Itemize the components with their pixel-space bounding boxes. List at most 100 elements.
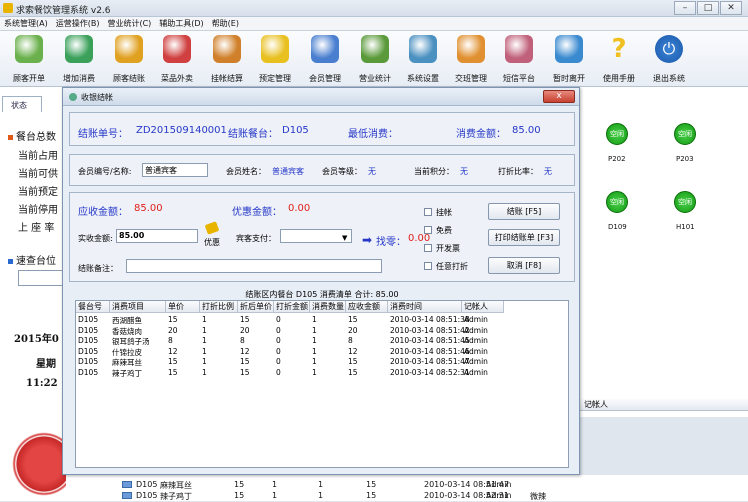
note-label: 结账备注：	[78, 264, 118, 273]
grid-cell: 1	[312, 357, 317, 366]
menu-operations[interactable]: 运营操作(B)	[52, 17, 104, 29]
open-order-icon	[15, 35, 43, 63]
toolbar-button-8[interactable]: 系统设置	[402, 33, 444, 85]
grid-cell: 15	[366, 480, 377, 489]
dialog-title: 收银结帐	[81, 93, 113, 102]
toolbar-label: 预定管理	[259, 74, 291, 83]
table-h101-label: H101	[676, 223, 695, 231]
toolbar-label: 退出系统	[653, 74, 685, 83]
toolbar-button-0[interactable]: 顾客开单	[8, 33, 50, 85]
takeout-icon	[163, 35, 191, 63]
toolbar-label: 交班管理	[455, 74, 487, 83]
coupon-button[interactable]: 优惠	[204, 237, 220, 248]
toolbar-label: 营业统计	[359, 74, 391, 83]
table-row[interactable]: D105 香菇烧肉 20 1 20 0 1 20 2010-03-14 08:51:42 Admi…	[76, 326, 568, 336]
grid-column-header[interactable]: 餐台号	[76, 301, 110, 313]
toolbar-button-3[interactable]: 菜品外卖	[156, 33, 198, 85]
toolbar-button-7[interactable]: 营业统计	[354, 33, 396, 85]
print-receipt-button[interactable]: 打印结账单 [F3]	[488, 229, 560, 246]
grid-cell: 辣子鸡丁	[160, 492, 192, 501]
menu-system[interactable]: 系统管理(A)	[0, 17, 52, 29]
grid-cell: 0	[276, 346, 281, 356]
grid-cell: 1	[202, 346, 207, 356]
maximize-button[interactable]: □	[697, 1, 719, 15]
chevron-down-icon: ▼	[342, 234, 348, 242]
grid-column-header[interactable]: 应收金额	[346, 301, 388, 313]
quick-search-input[interactable]	[18, 270, 64, 286]
toolbar-button-11[interactable]: 暂时离开	[548, 33, 590, 85]
table-row[interactable]: D105 辣子鸡丁 15 1 15 0 1 15 2010-03-14 08:52:31 Admi…	[76, 368, 568, 378]
help-manual-icon: ?	[611, 34, 627, 64]
app-logo-icon	[3, 3, 13, 13]
tab-status[interactable]: 状态	[2, 96, 42, 112]
grid-cell: 0	[276, 315, 281, 324]
table-h101[interactable]: 空闲	[674, 191, 696, 213]
grid-cell: 1	[312, 325, 317, 335]
table-p203[interactable]: 空闲	[674, 123, 696, 145]
grid-cell: 麻辣耳丝	[160, 481, 192, 490]
invoice-checkbox[interactable]: 开发票	[424, 243, 460, 254]
grid-column-header[interactable]: 消费数量	[310, 301, 346, 313]
toolbar-button-1[interactable]: 增加消费	[58, 33, 100, 85]
cancel-button[interactable]: 取消 [F8]	[488, 257, 560, 274]
toolbar: 顾客开单 增加消费 顾客结账 菜品外卖 挂帐结算 预定管理 会员管理 营业统计 系统设置 交班管理…	[0, 31, 748, 87]
toolbar-button-13[interactable]: ⏻ 退出系统	[648, 33, 690, 85]
free-checkbox[interactable]: 免费	[424, 225, 452, 236]
status-occupancy-rate: 上 座 率	[18, 223, 55, 234]
toolbar-button-2[interactable]: 顾客结账	[108, 33, 150, 85]
grid-column-header[interactable]: 折后单价	[238, 301, 274, 313]
member-level-value: 无	[368, 167, 376, 176]
paid-input[interactable]: 85.00	[116, 229, 198, 243]
shift-handover-icon	[457, 35, 485, 63]
toolbar-button-9[interactable]: 交班管理	[450, 33, 492, 85]
grid-cell: 2010-03-14 08:51:47	[390, 357, 470, 366]
away-person-icon	[555, 35, 583, 63]
grid-column-header[interactable]: 记帐人	[462, 301, 504, 313]
settle-button[interactable]: 结账 [F5]	[488, 203, 560, 220]
table-d109[interactable]: 空闲	[606, 191, 628, 213]
toolbar-button-6[interactable]: 会员管理	[304, 33, 346, 85]
power-exit-icon: ⏻	[655, 35, 683, 63]
window-titlebar: 求索餐饮管理系统 v2.6 – □ ✕	[0, 0, 748, 17]
table-row[interactable]: D105 银耳鸽子汤 8 1 8 0 1 8 2010-03-14 08:51:45 Admin	[76, 336, 568, 346]
toolbar-button-10[interactable]: 短信平台	[498, 33, 540, 85]
grid-cell: 2010-03-14 08:51:45	[390, 336, 470, 345]
table-row[interactable]: D105 什锦拉皮 12 1 12 0 1 12 2010-03-14 08:51:46 Admi…	[76, 347, 568, 357]
grid-column-header[interactable]: 打折比例	[200, 301, 238, 313]
any-discount-checkbox[interactable]: 任意打折	[424, 261, 468, 272]
menu-help[interactable]: 帮助(E)	[208, 17, 243, 29]
grid-cell: 8	[240, 336, 245, 345]
close-window-button[interactable]: ✕	[720, 1, 742, 15]
toolbar-button-12[interactable]: ? 使用手册	[598, 33, 640, 85]
grid-column-header[interactable]: 消费时间	[388, 301, 462, 313]
change-label: 找零：	[376, 237, 406, 248]
grid-cell: 15	[234, 491, 245, 500]
dialog-close-button[interactable]: x	[543, 90, 575, 103]
minimize-button[interactable]: –	[674, 1, 696, 15]
grid-cell: 0	[276, 357, 281, 366]
toolbar-label: 短信平台	[503, 74, 535, 83]
toolbar-label: 暂时离开	[553, 74, 585, 83]
grid-column-header[interactable]: 单价	[166, 301, 200, 313]
toolbar-button-4[interactable]: 挂帐结算	[206, 33, 248, 85]
window-title: 求索餐饮管理系统 v2.6	[16, 6, 111, 16]
credit-checkbox[interactable]: 挂帐	[424, 207, 452, 218]
toolbar-button-5[interactable]: 预定管理	[254, 33, 296, 85]
note-input[interactable]	[126, 259, 382, 273]
grid-cell: 15	[366, 491, 377, 500]
table-row[interactable]: D105 西湖醋鱼 15 1 15 0 1 15 2010-03-14 08:51:38 Admi…	[76, 315, 568, 325]
grid-column-header[interactable]: 打折金额	[274, 301, 310, 313]
menu-tools[interactable]: 辅助工具(D)	[155, 17, 207, 29]
bg-grid-header: 记帐人	[578, 399, 748, 411]
status-available: 当前可供	[18, 169, 58, 180]
credit-card-icon	[213, 35, 241, 63]
table-p202[interactable]: 空闲	[606, 123, 628, 145]
grid-cell: 0	[276, 325, 281, 335]
menu-statistics[interactable]: 营业统计(C)	[103, 17, 155, 29]
status-reserved: 当前预定	[18, 187, 58, 198]
grid-column-header[interactable]: 消费项目	[110, 301, 166, 313]
bill-no-label: 结账单号：	[78, 129, 128, 140]
table-row[interactable]: D105 麻辣耳丝 15 1 15 0 1 15 2010-03-14 08:51:47 Admi…	[76, 357, 568, 367]
member-id-input[interactable]: 普通宾客	[142, 163, 208, 177]
toolbar-label: 顾客结账	[113, 74, 145, 83]
